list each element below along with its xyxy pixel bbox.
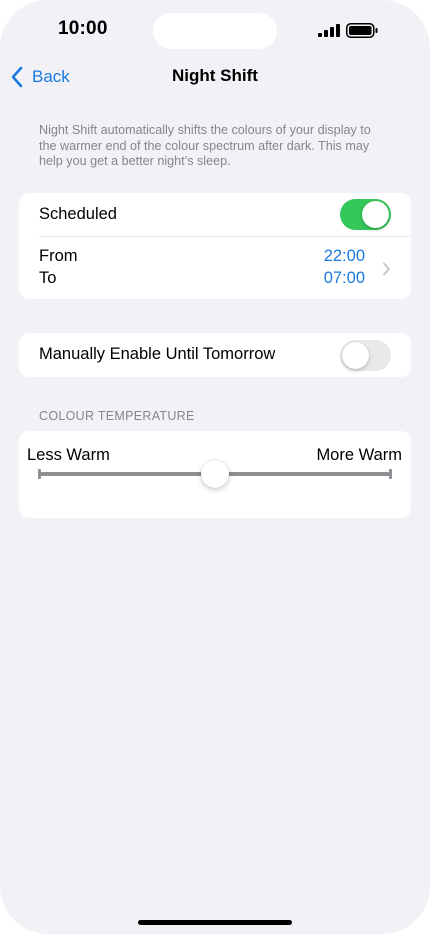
scheduled-label: Scheduled xyxy=(39,205,117,223)
schedule-card: Scheduled From To 22:00 07:00 xyxy=(19,193,411,299)
less-warm-label: Less Warm xyxy=(27,446,110,464)
slider-thumb[interactable] xyxy=(201,460,229,488)
phone-screen: 10:00 Back Night Shift Night Shift autom… xyxy=(0,0,430,934)
night-shift-description: Night Shift automatically shifts the col… xyxy=(39,123,371,168)
to-time: 07:00 xyxy=(323,269,365,287)
from-time: 22:00 xyxy=(323,247,365,265)
scheduled-toggle[interactable] xyxy=(340,199,391,230)
to-label: To xyxy=(39,269,57,287)
from-label: From xyxy=(39,247,78,265)
dynamic-island xyxy=(153,13,277,49)
slider-min-tick xyxy=(38,469,41,479)
colour-temperature-slider[interactable] xyxy=(38,460,392,488)
colour-temperature-header: COLOUR TEMPERATURE xyxy=(39,409,195,423)
manual-enable-toggle[interactable] xyxy=(340,340,391,371)
slider-max-tick xyxy=(389,469,392,479)
chevron-right-icon xyxy=(383,262,390,276)
status-time: 10:00 xyxy=(58,18,108,39)
manual-enable-card: Manually Enable Until Tomorrow xyxy=(19,333,411,377)
cellular-signal-icon xyxy=(318,24,340,37)
toggle-knob xyxy=(362,201,389,228)
battery-icon xyxy=(346,23,378,38)
manual-enable-label: Manually Enable Until Tomorrow xyxy=(39,345,276,363)
toggle-knob xyxy=(342,342,369,369)
colour-temperature-card: Less Warm More Warm xyxy=(19,431,411,518)
page-title: Night Shift xyxy=(172,66,258,85)
more-warm-label: More Warm xyxy=(316,446,402,464)
schedule-times-row[interactable]: From To 22:00 07:00 xyxy=(19,237,411,299)
home-indicator xyxy=(138,920,292,925)
